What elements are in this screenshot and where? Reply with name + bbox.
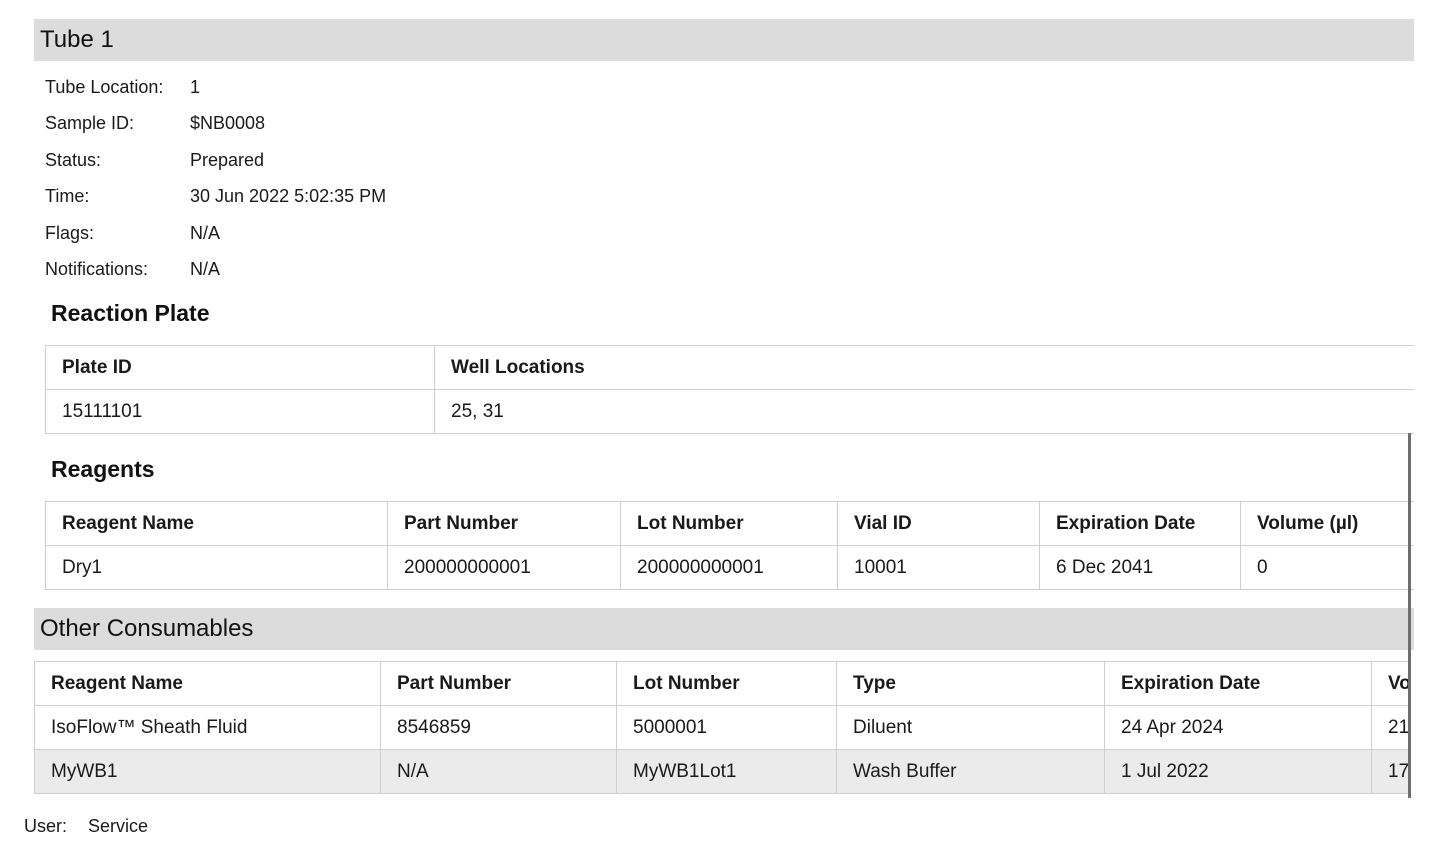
column-header: Expiration Date (1039, 501, 1241, 546)
table-cell: IsoFlow™ Sheath Fluid (34, 705, 381, 750)
column-header: Vial ID (837, 501, 1040, 546)
table-cell: MyWB1 (34, 749, 381, 794)
time-label: Time: (45, 186, 90, 206)
table-cell: Dry1 (45, 545, 388, 590)
well-locations-cell: 25, 31 (434, 389, 1414, 434)
column-header: Expiration Date (1104, 661, 1372, 706)
table-row[interactable]: Dry1 200000000001 200000000001 10001 6 D… (45, 545, 1414, 590)
table-header-row: Plate ID Well Locations (45, 345, 1414, 390)
table-row[interactable]: 15111101 25, 31 (45, 389, 1414, 434)
table-cell: Diluent (836, 705, 1105, 750)
column-header: Part Number (387, 501, 621, 546)
time-value: 30 Jun 2022 5:02:35 PM (190, 186, 387, 206)
column-header: Type (836, 661, 1105, 706)
table-cell: N/A (380, 749, 617, 794)
flags-value: N/A (190, 223, 221, 243)
table-header-row: Reagent Name Part Number Lot Number Vial… (45, 501, 1414, 546)
table-cell: Wash Buffer (836, 749, 1105, 794)
table-cell: 1 Jul 2022 (1104, 749, 1372, 794)
table-cell: 21 (1371, 705, 1409, 750)
table-header-row: Reagent Name Part Number Lot Number Type… (34, 661, 1409, 706)
tube-location-label: Tube Location: (45, 77, 164, 97)
reagents-table: Reagent Name Part Number Lot Number Vial… (45, 501, 1414, 590)
table-cell: 6 Dec 2041 (1039, 545, 1241, 590)
column-header: Plate ID (45, 345, 435, 390)
table-cell: 200000000001 (387, 545, 621, 590)
user-label: User: (24, 816, 68, 836)
table-cell: 17 (1371, 749, 1409, 794)
notifications-value: N/A (190, 259, 221, 279)
vertical-scrollbar[interactable] (1408, 433, 1411, 798)
column-header: Vol (1371, 661, 1409, 706)
tube-title: Tube 1 (34, 19, 1414, 61)
status-value: Prepared (190, 150, 265, 170)
column-header: Lot Number (620, 501, 838, 546)
sample-id-label: Sample ID: (45, 113, 135, 133)
column-header: Part Number (380, 661, 617, 706)
notifications-label: Notifications: (45, 259, 149, 279)
sample-id-value: $NB0008 (190, 113, 266, 133)
reaction-plate-table: Plate ID Well Locations 15111101 25, 31 (45, 345, 1414, 434)
reagents-table-wrap: Reagent Name Part Number Lot Number Vial… (45, 501, 1414, 592)
table-cell: 0 (1240, 545, 1414, 590)
table-row[interactable]: MyWB1 N/A MyWB1Lot1 Wash Buffer 1 Jul 20… (34, 749, 1409, 794)
table-cell: 200000000001 (620, 545, 838, 590)
other-consumables-table-wrap: Reagent Name Part Number Lot Number Type… (34, 661, 1409, 796)
reagents-heading: Reagents (51, 456, 155, 482)
reaction-plate-heading: Reaction Plate (51, 300, 210, 326)
column-header: Well Locations (434, 345, 1414, 390)
table-cell: 24 Apr 2024 (1104, 705, 1372, 750)
flags-label: Flags: (45, 223, 95, 243)
table-cell: 10001 (837, 545, 1040, 590)
status-label: Status: (45, 150, 102, 170)
other-consumables-title: Other Consumables (34, 608, 1414, 650)
column-header: Reagent Name (45, 501, 388, 546)
table-cell: 5000001 (616, 705, 837, 750)
column-header: Volume (µl) (1240, 501, 1414, 546)
footer-user: User: Service (24, 814, 148, 838)
table-row[interactable]: IsoFlow™ Sheath Fluid 8546859 5000001 Di… (34, 705, 1409, 750)
column-header: Reagent Name (34, 661, 381, 706)
column-header: Lot Number (616, 661, 837, 706)
user-value: Service (88, 816, 149, 836)
table-cell: 8546859 (380, 705, 617, 750)
table-cell: MyWB1Lot1 (616, 749, 837, 794)
other-consumables-table: Reagent Name Part Number Lot Number Type… (34, 661, 1409, 794)
tube-location-value: 1 (190, 77, 201, 97)
reaction-plate-table-wrap: Plate ID Well Locations 15111101 25, 31 (45, 345, 1414, 436)
plate-id-cell: 15111101 (45, 389, 435, 434)
